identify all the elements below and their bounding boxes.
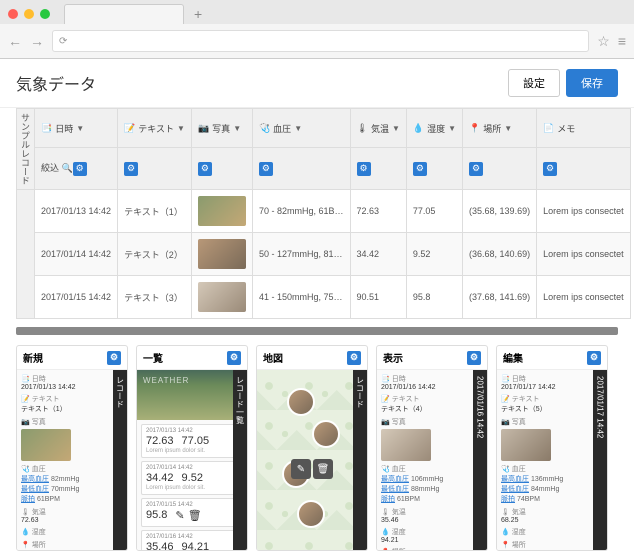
chevron-down-icon[interactable]: ▼ — [392, 124, 400, 133]
side-strip[interactable]: 2017/01/17 14:42 — [593, 370, 607, 550]
table-row[interactable]: 2017/01/14 14:42 テキスト（2） 50 - 127mmHg, 8… — [17, 233, 631, 276]
weather-header — [137, 370, 247, 420]
chevron-down-icon[interactable]: ▼ — [76, 124, 84, 133]
map-pin[interactable] — [297, 500, 325, 528]
gear-icon[interactable]: ⚙ — [357, 162, 371, 176]
gear-icon[interactable]: ⚙ — [467, 351, 481, 365]
gear-icon[interactable]: ⚙ — [543, 162, 557, 176]
menu-icon[interactable]: ≡ — [618, 33, 626, 49]
gear-icon[interactable]: ⚙ — [73, 162, 87, 176]
chevron-down-icon[interactable]: ▼ — [294, 124, 302, 133]
gear-icon[interactable]: ⚙ — [587, 351, 601, 365]
col-text: 📝テキスト▼ — [118, 109, 192, 148]
col-date: 📑日時▼ — [35, 109, 118, 148]
settings-button[interactable]: 設定 — [508, 69, 560, 97]
url-input[interactable]: ⟳ — [52, 30, 589, 52]
save-button[interactable]: 保存 — [566, 69, 618, 97]
map-pin[interactable] — [287, 388, 315, 416]
gear-icon[interactable]: ⚙ — [198, 162, 212, 176]
list-item[interactable]: 2017/01/15 14:4295.8✎ 🗑 — [141, 498, 243, 527]
data-table: サンプルレコード 📑日時▼ 📝テキスト▼ 📷写真▼ 🩺血圧▼ 🌡気温▼ 💧湿度▼… — [0, 108, 634, 327]
table-row[interactable]: 2017/01/13 14:42 テキスト（1） 70 - 82mmHg, 61… — [17, 190, 631, 233]
map-pin[interactable] — [312, 420, 340, 448]
preview-view: 表示⚙ 📑 日時2017/01/16 14:42 📝 テキストテキスト（4） 📷… — [376, 345, 488, 551]
page-header: 気象データ 設定 保存 — [0, 59, 634, 108]
gear-icon[interactable]: ⚙ — [469, 162, 483, 176]
preview-new: 新規⚙ 📑 日時2017/01/13 14:42 📝 テキストテキスト（1） 📷… — [16, 345, 128, 551]
maximize-window-icon[interactable] — [40, 9, 50, 19]
side-label: サンプルレコード — [17, 109, 35, 190]
gear-icon[interactable]: ⚙ — [259, 162, 273, 176]
preview-edit: 編集⚙ 📑 日時2017/01/17 14:42 📝 テキストテキスト（5） 📷… — [496, 345, 608, 551]
chevron-down-icon[interactable]: ▼ — [448, 124, 456, 133]
filter-cell: 絞込 🔍⚙ — [35, 148, 118, 190]
browser-tab[interactable] — [64, 4, 184, 24]
list-item[interactable]: 2017/01/13 14:4272.6377.05Lorem ipsum do… — [141, 424, 243, 458]
close-window-icon[interactable] — [8, 9, 18, 19]
side-strip[interactable]: レコード — [113, 370, 127, 550]
map[interactable]: ✎ 🗑 — [257, 370, 367, 550]
photo-thumb[interactable] — [198, 282, 246, 312]
window-controls — [8, 9, 50, 19]
photo-thumb[interactable] — [198, 239, 246, 269]
col-bp: 🩺血圧▼ — [252, 109, 350, 148]
photo-thumb[interactable] — [198, 196, 246, 226]
gear-icon[interactable]: ⚙ — [347, 351, 361, 365]
browser-chrome: + ← → ⟳ ☆ ≡ — [0, 0, 634, 59]
preview-row: 新規⚙ 📑 日時2017/01/13 14:42 📝 テキストテキスト（1） 📷… — [0, 345, 634, 551]
list-item[interactable]: 2017/01/14 14:4234.429.52Lorem ipsum dol… — [141, 461, 243, 495]
new-tab-icon[interactable]: + — [194, 6, 202, 22]
side-strip[interactable]: レコード — [353, 370, 367, 550]
minimize-window-icon[interactable] — [24, 9, 34, 19]
gear-icon[interactable]: ⚙ — [227, 351, 241, 365]
preview-map: 地図⚙ ✎ 🗑 レコード — [256, 345, 368, 551]
gear-icon[interactable]: ⚙ — [107, 351, 121, 365]
side-strip[interactable]: レコード一覧 — [233, 370, 247, 550]
back-icon[interactable]: ← — [8, 33, 22, 49]
side-strip[interactable]: 2017/01/16 14:42 — [473, 370, 487, 550]
photo-thumb[interactable] — [21, 429, 71, 461]
forward-icon[interactable]: → — [30, 33, 44, 49]
trash-icon[interactable]: 🗑 — [313, 459, 333, 479]
photo-thumb[interactable] — [381, 429, 431, 461]
preview-list: 一覧⚙ 2017/01/13 14:4272.6377.05Lorem ipsu… — [136, 345, 248, 551]
edit-icon[interactable]: ✎ — [291, 459, 311, 479]
col-photo: 📷写真▼ — [191, 109, 252, 148]
reload-icon[interactable]: ⟳ — [59, 36, 67, 47]
chevron-down-icon[interactable]: ▼ — [177, 124, 185, 133]
page-title: 気象データ — [16, 71, 96, 95]
address-bar: ← → ⟳ ☆ ≡ — [0, 24, 634, 58]
gear-icon[interactable]: ⚙ — [413, 162, 427, 176]
chevron-down-icon[interactable]: ▼ — [504, 124, 512, 133]
col-memo: 📄メモ — [537, 109, 631, 148]
table-row[interactable]: 2017/01/15 14:42 テキスト（3） 41 - 150mmHg, 7… — [17, 276, 631, 319]
photo-thumb[interactable] — [501, 429, 551, 461]
list-item[interactable]: 2017/01/16 14:4235.4694.21 — [141, 530, 243, 550]
gear-icon[interactable]: ⚙ — [124, 162, 138, 176]
bookmark-icon[interactable]: ☆ — [597, 33, 610, 50]
tab-bar: + — [0, 0, 634, 24]
col-loc: 📍場所▼ — [463, 109, 537, 148]
col-hum: 💧湿度▼ — [406, 109, 462, 148]
horizontal-scrollbar[interactable] — [16, 327, 618, 335]
chevron-down-icon[interactable]: ▼ — [233, 124, 241, 133]
col-temp: 🌡気温▼ — [350, 109, 406, 148]
